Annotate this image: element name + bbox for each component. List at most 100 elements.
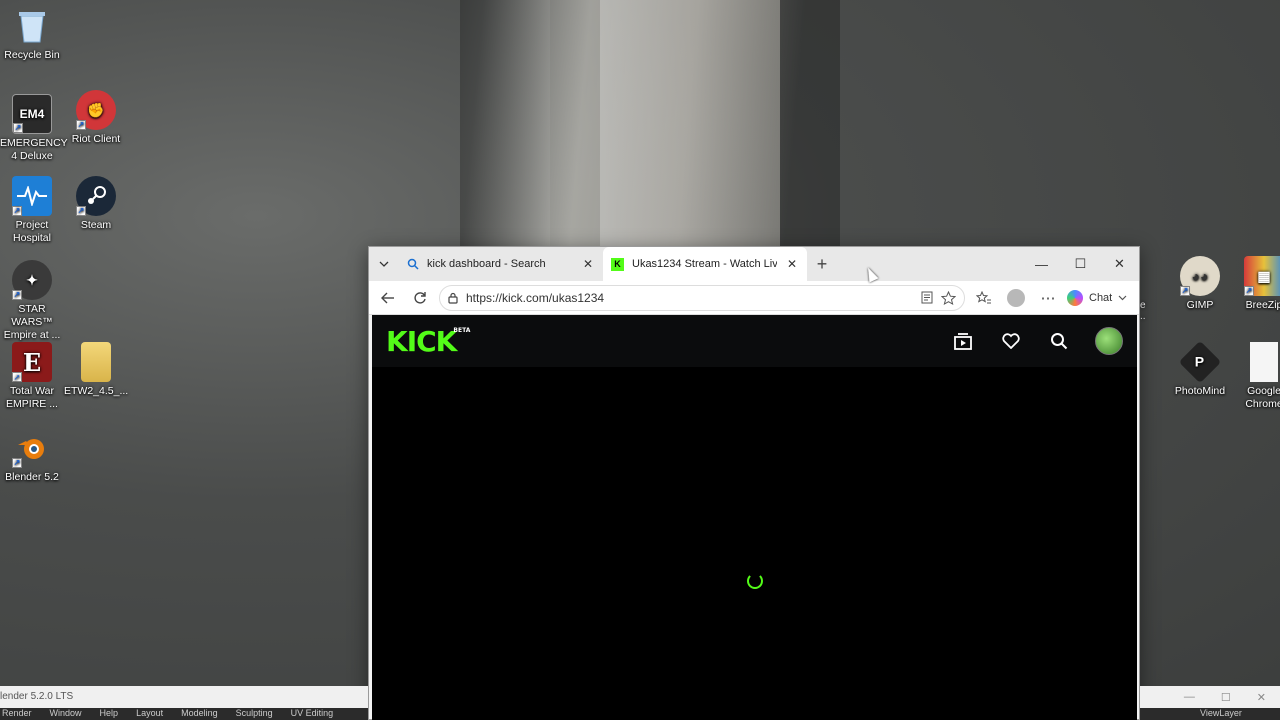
file-icon [1250,342,1278,382]
desktop-icon-label: GIMP [1186,299,1214,311]
refresh-icon [414,291,426,304]
kick-logo-text: KICK [386,324,457,358]
minimize-button[interactable]: — [1022,247,1061,281]
desktop-icon-photomind[interactable]: P PhotoMind [1168,340,1232,398]
url-text: https://kick.com/ukas1234 [466,290,605,305]
back-arrow-icon [381,292,394,303]
desktop-icon-label: STAR WARS™ Empire at ... [3,303,61,341]
loading-spinner-icon [747,573,763,589]
desktop-icon-label: Total War EMPIRE ... [6,385,58,410]
chevron-down-icon [1118,295,1127,300]
blender-tab-layout[interactable]: Layout [136,708,163,720]
desktop-icon-label: Google Chrome [1245,385,1280,410]
profile-button[interactable] [1003,285,1029,311]
reader-mode-icon[interactable] [921,291,933,304]
window-controls: — ☐ ✕ [1022,247,1139,281]
total-war-icon: E ↗ [12,342,52,382]
copilot-icon [1067,289,1083,306]
favorites-list-icon [976,290,991,303]
tab-bar: kick dashboard - Search ✕ K Ukas1234 Str… [369,247,1139,281]
desktop-icon-etw2-folder[interactable]: ETW2_4.5_... [64,342,128,398]
desktop-icon-blender[interactable]: ↗ Blender 5.2 [0,428,64,484]
desktop-icon-label: Recycle Bin [4,49,60,61]
search-icon[interactable] [1047,329,1071,353]
minimize-button[interactable]: — [1184,691,1195,703]
wallpaper-rock-streak [780,0,840,250]
blender-menu-help[interactable]: Help [100,708,119,720]
partial-desktop-label: e.. [1140,300,1146,322]
desktop-icon-breezip[interactable]: ▦ ↗ BreeZip [1232,256,1280,312]
blender-tab-sculpting[interactable]: Sculpting [236,708,273,720]
desktop-icon-label: Project Hospital [13,219,51,244]
blender-icon: ↗ [12,428,52,468]
desktop-icon-label: Riot Client [71,133,121,145]
back-button[interactable] [375,285,401,311]
favorite-star-icon[interactable] [941,290,956,305]
address-bar[interactable]: https://kick.com/ukas1234 [439,284,965,311]
following-heart-icon[interactable] [999,329,1023,353]
desktop-icon-label: ETW2_4.5_... [64,385,129,397]
emergency-icon: EM4 ↗ [12,94,52,134]
desktop-icon-google-chrome[interactable]: Google Chrome [1232,342,1280,411]
tab-actions-menu[interactable] [369,247,399,281]
viewlayer-label[interactable]: ViewLayer [1200,708,1242,718]
close-window-button[interactable]: ✕ [1100,247,1139,281]
blender-menu-window[interactable]: Window [50,708,82,720]
desktop-icon-riot[interactable]: ✊ ↗ Riot Client [64,90,128,146]
desktop-icon-recycle-bin[interactable]: Recycle Bin [0,6,64,62]
copilot-chat-button[interactable]: Chat [1067,289,1127,306]
new-tab-button[interactable]: + [807,254,837,275]
tab-kick-dashboard-search[interactable]: kick dashboard - Search ✕ [399,247,603,281]
close-window-button[interactable]: ✕ [1257,691,1266,704]
desktop-icon-gimp[interactable]: ◕◕ ↗ GIMP [1168,256,1232,312]
blender-window-controls: — ☐ ✕ [1140,686,1280,708]
kick-navbar: KICK BETA [372,315,1137,367]
profile-avatar-icon [1007,288,1025,307]
blender-menu-render[interactable]: Render [2,708,32,720]
browser-toolbar: https://kick.com/ukas1234 ⋯ Chat [369,281,1139,315]
riot-client-icon: ✊ ↗ [76,90,116,130]
breezip-icon: ▦ ↗ [1244,256,1280,296]
tab-kick-stream[interactable]: K Ukas1234 Stream - Watch Live on ✕ [603,247,807,281]
favorites-button[interactable] [971,285,997,311]
search-icon [407,258,419,270]
tab-close-icon[interactable]: ✕ [785,257,799,271]
desktop-icon-total-war[interactable]: E ↗ Total War EMPIRE ... [0,342,64,411]
tab-title: Ukas1234 Stream - Watch Live on [632,258,777,270]
kick-beta-badge: BETA [453,326,471,334]
gimp-icon: ◕◕ ↗ [1180,256,1220,296]
tab-close-icon[interactable]: ✕ [581,257,595,271]
more-menu-button[interactable]: ⋯ [1035,285,1061,311]
project-hospital-icon: ↗ [12,176,52,216]
star-wars-icon: ✦ ↗ [12,260,52,300]
kick-logo[interactable]: KICK BETA [386,324,470,358]
desktop-icon-steam[interactable]: ↗ Steam [64,176,128,232]
desktop-icon-label: PhotoMind [1174,385,1226,397]
lock-icon [448,292,458,304]
recycle-bin-icon [12,6,52,46]
browse-icon[interactable] [951,329,975,353]
maximize-button[interactable]: ☐ [1221,691,1231,704]
photomind-icon: P [1178,340,1222,384]
desktop-icon-label: Blender 5.2 [5,471,59,483]
desktop-icon-label: EMERGENCY 4 Deluxe [0,137,68,162]
maximize-button[interactable]: ☐ [1061,247,1100,281]
chevron-down-icon [379,261,389,267]
folder-icon [81,342,111,382]
desktop-icon-emergency[interactable]: EM4 ↗ EMERGENCY 4 Deluxe [0,94,68,163]
refresh-button[interactable] [407,285,433,311]
desktop-icon-star-wars[interactable]: ✦ ↗ STAR WARS™ Empire at ... [0,260,64,342]
blender-tab-uv-editing[interactable]: UV Editing [291,708,334,720]
blender-tab-modeling[interactable]: Modeling [181,708,218,720]
kick-nav-icons [951,327,1123,355]
blender-version-text: lender 5.2.0 LTS [0,691,74,702]
steam-icon: ↗ [76,176,116,216]
blender-title-bar: lender 5.2.0 LTS [0,686,368,708]
blender-menu-bar: Render Window Help Layout Modeling Sculp… [0,708,368,720]
tab-title: kick dashboard - Search [427,258,546,270]
wallpaper-rock-streak [600,0,780,250]
browser-window: kick dashboard - Search ✕ K Ukas1234 Str… [368,246,1140,720]
desktop-icon-label: BreeZip [1245,299,1280,311]
user-avatar[interactable] [1095,327,1123,355]
desktop-icon-project-hospital[interactable]: ↗ Project Hospital [0,176,64,245]
